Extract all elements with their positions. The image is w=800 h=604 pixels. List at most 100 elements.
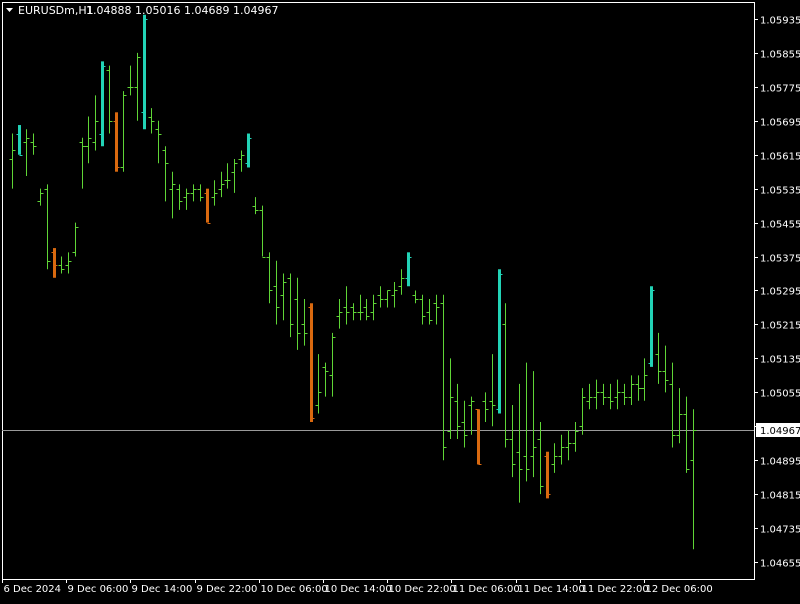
ohlc-bar (614, 379, 621, 410)
ohlc-bar (72, 222, 79, 257)
ohlc-bar (683, 396, 690, 473)
price-tick-label: 1.04735 (760, 525, 800, 536)
price-tick-label: 1.04895 (760, 457, 800, 468)
ohlc-bar (329, 332, 336, 397)
ohlc-bar (572, 422, 579, 452)
ohlc-bar (475, 409, 482, 465)
ohlc-bar (482, 392, 489, 423)
ohlc-bar (44, 184, 51, 270)
price-chart[interactable]: EURUSDm,H1 1.04888 1.05016 1.04689 1.049… (0, 0, 800, 600)
ohlc-bar (16, 125, 23, 156)
ohlc-bar (363, 298, 370, 321)
chart-title: EURUSDm,H1 1.04888 1.05016 1.04689 1.049… (6, 4, 278, 17)
ohlc-bar (621, 383, 628, 406)
bid-price-label: 1.04967 (756, 423, 800, 437)
ohlc-bar (370, 294, 377, 321)
ohlc-bar (315, 354, 322, 414)
time-axis[interactable]: 6 Dec 2024 9 Dec 06:00 9 Dec 14:00 9 Dec 22… (2, 579, 713, 595)
price-tick-label: 1.05775 (760, 84, 800, 95)
ohlc-bar (287, 273, 294, 338)
ohlc-bar (252, 197, 259, 215)
ohlc-bar (509, 405, 516, 478)
chart-canvas[interactable]: EURUSDm,H1 1.04888 1.05016 1.04689 1.049… (0, 0, 800, 600)
time-tick-label: 11 Dec 14:00 (518, 584, 585, 595)
price-tick-label: 1.05935 (760, 16, 800, 27)
ohlc-bar (586, 383, 593, 410)
ohlc-bar (9, 133, 16, 189)
ohlc-bar (259, 205, 266, 258)
ohlc-bar (37, 188, 44, 206)
ohlc-bar (350, 303, 357, 321)
price-tick-label: 1.05455 (760, 220, 800, 231)
ohlc-bar (155, 120, 162, 164)
ohlc-bar (58, 256, 65, 274)
price-tick-label: 1.04655 (760, 559, 800, 570)
ohlc-bar (280, 273, 287, 321)
price-tick-label: 1.05615 (760, 152, 800, 163)
ohlc-bar (412, 290, 419, 304)
ohlc-bar (655, 332, 662, 384)
ohlc-bar (426, 298, 433, 325)
ohlc-bar (183, 188, 190, 210)
ohlc-bar (294, 277, 301, 350)
ohlc-bar (92, 95, 99, 151)
plot-frame (2, 2, 755, 580)
triangle-down-icon[interactable] (6, 8, 13, 12)
ohlc-bar (496, 269, 503, 414)
time-tick-label: 6 Dec 2024 (4, 584, 62, 595)
ohlc-bar (565, 430, 572, 461)
ohlc-bar (537, 422, 544, 495)
ohlc-bar (308, 303, 315, 423)
ohlc-bar (190, 184, 197, 202)
ohlc-bar (579, 388, 586, 435)
ohlc-bar (301, 298, 308, 346)
ohlc-readout: 1.04888 1.05016 1.04689 1.04967 (86, 4, 278, 17)
ohlc-bar (211, 180, 218, 206)
ohlc-bar (433, 294, 440, 325)
price-tick-label: 1.04815 (760, 491, 800, 502)
ohlc-bar (85, 116, 92, 164)
ohlc-bar (197, 184, 204, 202)
time-tick-label: 10 Dec 14:00 (325, 584, 392, 595)
ohlc-bar (530, 371, 537, 478)
ohlc-bar (231, 158, 238, 193)
ohlc-bar (148, 108, 155, 134)
ohlc-bar (558, 434, 565, 465)
ohlc-bar (516, 383, 523, 503)
ohlc-bar (245, 133, 252, 168)
ohlc-bar (419, 294, 426, 325)
ohlc-bar (440, 294, 447, 461)
time-tick-label: 11 Dec 06:00 (453, 584, 520, 595)
ohlc-bar (113, 112, 120, 172)
ohlc-bar (635, 375, 642, 401)
ohlc-bar (523, 362, 530, 482)
ohlc-bar (461, 400, 468, 448)
ohlc-bar (384, 290, 391, 308)
time-tick-label: 12 Dec 06:00 (646, 584, 713, 595)
ohlc-bar (134, 52, 141, 121)
ohlc-bar (224, 163, 231, 189)
price-axis[interactable]: 1.05935 1.05855 1.05775 1.05695 1.05615 1.055… (754, 16, 800, 570)
ohlc-bar (628, 375, 635, 406)
time-tick-label: 9 Dec 06:00 (68, 584, 129, 595)
ohlc-bar (447, 358, 454, 439)
price-tick-label: 1.05855 (760, 50, 800, 61)
ohlc-bar (120, 91, 127, 172)
ohlc-bar (273, 260, 280, 325)
price-tick-label: 1.05135 (760, 355, 800, 366)
time-tick-label: 9 Dec 22:00 (197, 584, 258, 595)
ohlc-bar (391, 282, 398, 308)
price-bars (9, 14, 697, 550)
ohlc-bar (468, 396, 475, 435)
ohlc-bar (79, 137, 86, 189)
price-tick-label: 1.05215 (760, 321, 800, 332)
time-tick-label: 11 Dec 22:00 (582, 584, 649, 595)
ohlc-bar (607, 383, 614, 410)
ohlc-bar (489, 354, 496, 427)
ohlc-bar (676, 388, 683, 444)
ohlc-bar (641, 358, 648, 401)
ohlc-bar (669, 362, 676, 448)
bid-label-text: 1.04967 (760, 426, 800, 437)
ohlc-bar (266, 252, 273, 304)
ohlc-bar (218, 171, 225, 198)
